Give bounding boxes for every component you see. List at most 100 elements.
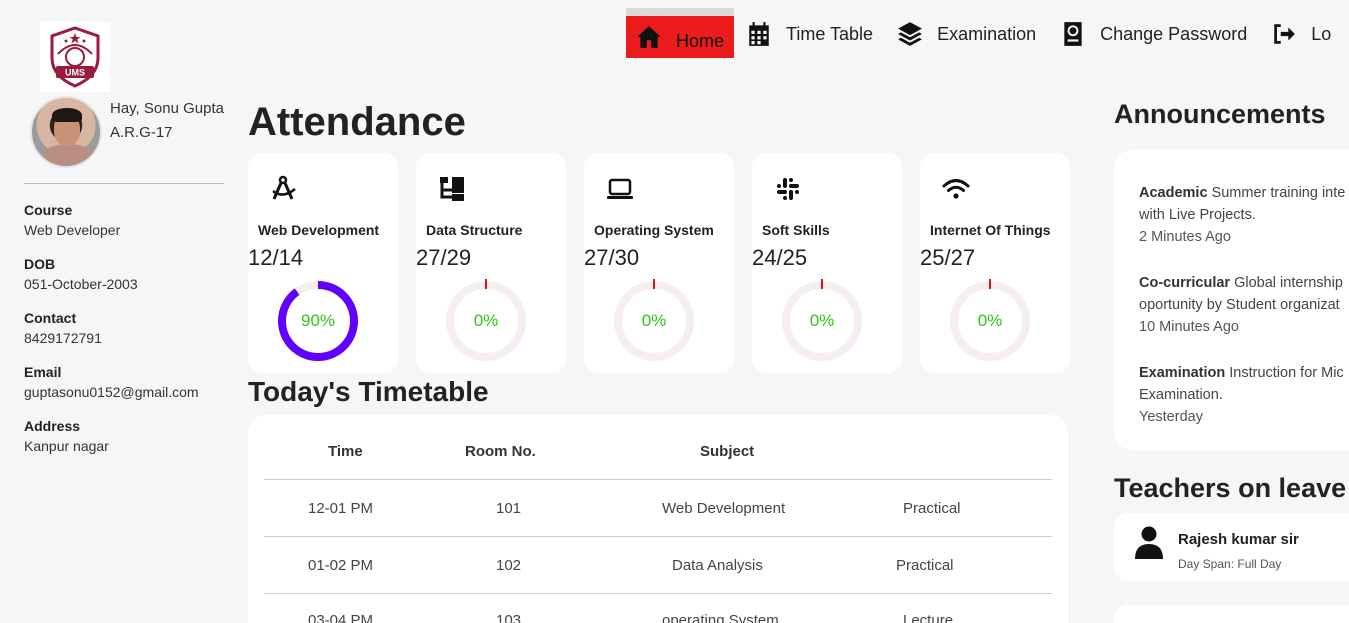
nav-change-password-label: Change Password	[1100, 23, 1248, 44]
announcement-category: Co-curricular	[1139, 275, 1231, 291]
announcements-card: Academic Summer training inte with Live …	[1114, 150, 1349, 450]
announcement-time: 2 Minutes Ago	[1139, 229, 1231, 245]
wifi-icon	[942, 179, 970, 199]
row1-subject: Web Development	[662, 500, 786, 517]
attendance-count: 25/27	[920, 245, 976, 270]
row1-type: Practical	[903, 500, 961, 517]
nav-home-label: Home	[676, 31, 725, 51]
attendance-count: 12/14	[248, 245, 304, 270]
attendance-count: 27/30	[584, 245, 640, 270]
announcement-item[interactable]: Academic Summer training inte with Live …	[1139, 182, 1349, 248]
attendance-percent: 0%	[977, 311, 1003, 330]
announcement-text-2: with Live Projects.	[1139, 207, 1256, 223]
subject-name: Web Development	[258, 222, 380, 238]
attendance-percent: 90%	[300, 311, 336, 330]
attendance-card[interactable]: Data Structure 27/29 0%	[416, 153, 566, 373]
attendance-title: Attendance	[248, 100, 466, 144]
attendance-cards: Web Development 12/14 90% Data Structure…	[248, 153, 1070, 373]
row-divider	[264, 536, 1052, 537]
attendance-card[interactable]: Web Development 12/14 90%	[248, 153, 398, 373]
passport-icon	[1064, 22, 1082, 46]
nav-change-password[interactable]: Change Password	[1048, 10, 1259, 58]
laptop-icon	[607, 178, 633, 199]
attendance-card[interactable]: Internet Of Things 25/27 0%	[920, 153, 1070, 373]
logout-icon	[1274, 24, 1296, 44]
contact-label: Contact	[24, 310, 77, 326]
row3-subject: operating System	[662, 612, 779, 623]
header-room: Room No.	[465, 443, 536, 460]
row3-room: 103	[496, 612, 522, 623]
row3-time: 03-04 PM	[308, 612, 374, 623]
row1-room: 101	[496, 500, 522, 517]
announcement-category: Academic	[1139, 185, 1208, 201]
announcement-time: 10 Minutes Ago	[1139, 319, 1239, 335]
teacher-day-span: Day Span: Full Day	[1178, 557, 1282, 571]
attendance-count: 27/29	[416, 245, 472, 270]
attendance-percent: 0%	[473, 311, 499, 330]
subject-name: Data Structure	[426, 222, 523, 238]
nav-examination[interactable]: Examination	[885, 10, 1048, 58]
announcement-text: Global internship	[1234, 275, 1343, 291]
announcement-item[interactable]: Examination Instruction for Mic Examinat…	[1139, 362, 1349, 428]
address-value: Kanpur nagar	[24, 438, 109, 454]
announcement-time: Yesterday	[1139, 409, 1203, 425]
subject-name: Internet Of Things	[930, 222, 1051, 238]
dob-value: 051-October-2003	[24, 276, 138, 292]
nav-time-table[interactable]: Time Table	[734, 10, 885, 58]
announcement-text: Instruction for Mic	[1229, 365, 1344, 381]
subject-name: Soft Skills	[762, 222, 830, 238]
slack-icon	[777, 178, 799, 200]
announcements-title: Announcements	[1114, 99, 1326, 129]
row-divider	[264, 593, 1052, 594]
address-label: Address	[24, 418, 81, 434]
profile-info: Course Web Developer DOB 051-October-200…	[24, 202, 199, 472]
nav-examination-label: Examination	[937, 23, 1037, 44]
attendance-card[interactable]: Soft Skills 24/25 0%	[752, 153, 902, 373]
top-nav: Home Time Table Examination Change Passw…	[626, 8, 1343, 58]
row2-type: Practical	[896, 557, 954, 574]
announcement-text-2: Examination.	[1139, 387, 1223, 403]
timetable-title: Today's Timetable	[248, 376, 489, 407]
nav-home[interactable]: Home	[626, 8, 735, 58]
roll-number: A.R.G-17	[110, 124, 173, 141]
course-label: Course	[24, 202, 73, 218]
ums-logo: UMS	[40, 22, 110, 92]
calendar-icon	[749, 22, 769, 46]
attendance-percent: 0%	[641, 311, 667, 330]
course-value: Web Developer	[24, 222, 121, 238]
attendance-count: 24/25	[752, 245, 808, 270]
home-icon	[637, 26, 661, 48]
avatar	[30, 96, 102, 168]
logo-text: UMS	[65, 68, 85, 78]
nav-logout-label: Lo	[1311, 23, 1332, 44]
teacher-leave-item-next	[1114, 605, 1349, 623]
teachers-on-leave-title: Teachers on leave	[1114, 473, 1347, 503]
announcement-text: Summer training inte	[1211, 185, 1346, 201]
row-divider	[264, 479, 1052, 480]
row3-type: Lecture	[903, 612, 954, 623]
teacher-leave-item[interactable]: Rajesh kumar sir Day Span: Full Day	[1114, 513, 1349, 581]
dob-label: DOB	[24, 256, 56, 272]
row2-time: 01-02 PM	[308, 557, 374, 574]
contact-value: 8429172791	[24, 330, 102, 346]
attendance-card[interactable]: Operating System 27/30 0%	[584, 153, 734, 373]
compass-icon	[272, 175, 296, 200]
announcement-item[interactable]: Co-curricular Global internship oportuni…	[1139, 272, 1349, 338]
tree-structure-icon	[440, 177, 464, 201]
nav-time-table-label: Time Table	[786, 23, 874, 44]
announcement-category: Examination	[1139, 365, 1226, 381]
divider	[24, 183, 224, 184]
attendance-percent: 0%	[809, 311, 835, 330]
row1-time: 12-01 PM	[308, 500, 374, 517]
layers-icon	[898, 22, 922, 46]
email-value: guptasonu0152@gmail.com	[24, 384, 199, 400]
nav-logout[interactable]: Lo	[1259, 10, 1343, 58]
announcement-text-2: oportunity by Student organizat	[1139, 297, 1340, 313]
header-time: Time	[328, 443, 363, 460]
email-label: Email	[24, 364, 62, 380]
person-icon	[1135, 526, 1163, 559]
header-subject: Subject	[700, 443, 755, 460]
row2-room: 102	[496, 557, 522, 574]
teacher-name: Rajesh kumar sir	[1178, 531, 1299, 548]
timetable-table: Time Room No. Subject 12-01 PM 101 Web D…	[248, 415, 1068, 623]
